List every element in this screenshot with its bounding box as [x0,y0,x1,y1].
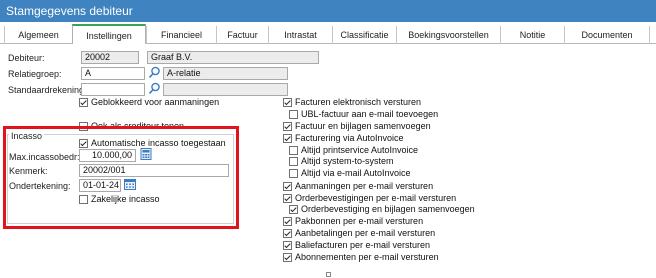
counter-invoices-email-label: Baliefacturen per e-mail versturen [295,240,431,250]
resize-handle[interactable] [326,272,331,277]
debiteur-name-field: Graaf B.V. [147,51,319,64]
printservice-label: Altijd printservice AutoInvoice [301,145,419,155]
merge-invoice-attachments-label: Factuur en bijlagen samenvoegen [295,121,431,131]
search-icon[interactable] [148,82,161,95]
standaardrekening-label: Standaardrekening: [8,85,87,95]
order-confirmations-email-label: Orderbevestigingen per e-mail versturen [295,193,457,203]
email-autoinvoice-label: Altijd via e-mail AutoInvoice [301,168,411,178]
debiteur-code-field[interactable]: 20002 [81,51,139,64]
window-title-bar: Stamgegevens debiteur [0,0,656,22]
tab-notitie[interactable]: Notitie [500,26,564,44]
e-invoice-label: Facturen elektronisch versturen [295,97,422,107]
tab-boekingsvoorstellen[interactable]: Boekingsvoorstellen [396,26,500,44]
tab-intrastat[interactable]: Intrastat [268,26,332,44]
e-invoice-checkbox[interactable] [283,98,292,107]
autoinvoice-label: Facturering via AutoInvoice [295,133,404,143]
reminders-email-checkbox[interactable] [283,182,292,191]
relatiegroep-code-field[interactable]: A [81,67,145,80]
tab-factuur[interactable]: Factuur [216,26,268,44]
reminders-email-label: Aanmaningen per e-mail versturen [295,181,434,191]
ubl-attach-label: UBL-factuur aan e-mail toevoegen [301,109,439,119]
blocked-reminders-checkbox[interactable] [79,98,88,107]
incasso-highlight-frame [3,126,239,229]
subscriptions-email-checkbox[interactable] [283,253,292,262]
blocked-reminders-label: Geblokkeerd voor aanmaningen [91,97,220,107]
packing-slips-email-checkbox[interactable] [283,217,292,226]
search-icon[interactable] [148,66,161,79]
printservice-checkbox[interactable] [289,146,298,155]
down-payments-email-label: Aanbetalingen per e-mail versturen [295,228,436,238]
tab-algemeen[interactable]: Algemeen [4,26,72,44]
debiteur-label: Debiteur: [8,53,45,63]
system-to-system-label: Altijd system-to-system [301,156,394,166]
counter-invoices-email-checkbox[interactable] [283,241,292,250]
subscriptions-email-label: Abonnementen per e-mail versturen [295,252,439,262]
email-autoinvoice-checkbox[interactable] [289,169,298,178]
tab-strip: Algemeen Instellingen Financieel Factuur… [0,22,656,45]
tab-documenten[interactable]: Documenten [564,26,650,44]
order-confirmations-email-checkbox[interactable] [283,194,292,203]
order-confirmation-merge-checkbox[interactable] [289,205,298,214]
relatiegroep-name-field: A-relatie [163,67,288,80]
down-payments-email-checkbox[interactable] [283,229,292,238]
relatiegroep-label: Relatiegroep: [8,69,62,79]
order-confirmation-merge-label: Orderbevestiging en bijlagen samenvoegen [301,204,475,214]
autoinvoice-checkbox[interactable] [283,134,292,143]
merge-invoice-attachments-checkbox[interactable] [283,122,292,131]
tab-classificatie[interactable]: Classificatie [332,26,396,44]
packing-slips-email-label: Pakbonnen per e-mail versturen [295,216,424,226]
window-title: Stamgegevens debiteur [6,4,133,18]
system-to-system-checkbox[interactable] [289,157,298,166]
tab-instellingen[interactable]: Instellingen [72,24,146,45]
ubl-attach-checkbox[interactable] [289,110,298,119]
standaardrekening-name-field [163,83,288,96]
tab-financieel[interactable]: Financieel [146,26,216,44]
standaardrekening-code-field[interactable] [81,83,145,96]
